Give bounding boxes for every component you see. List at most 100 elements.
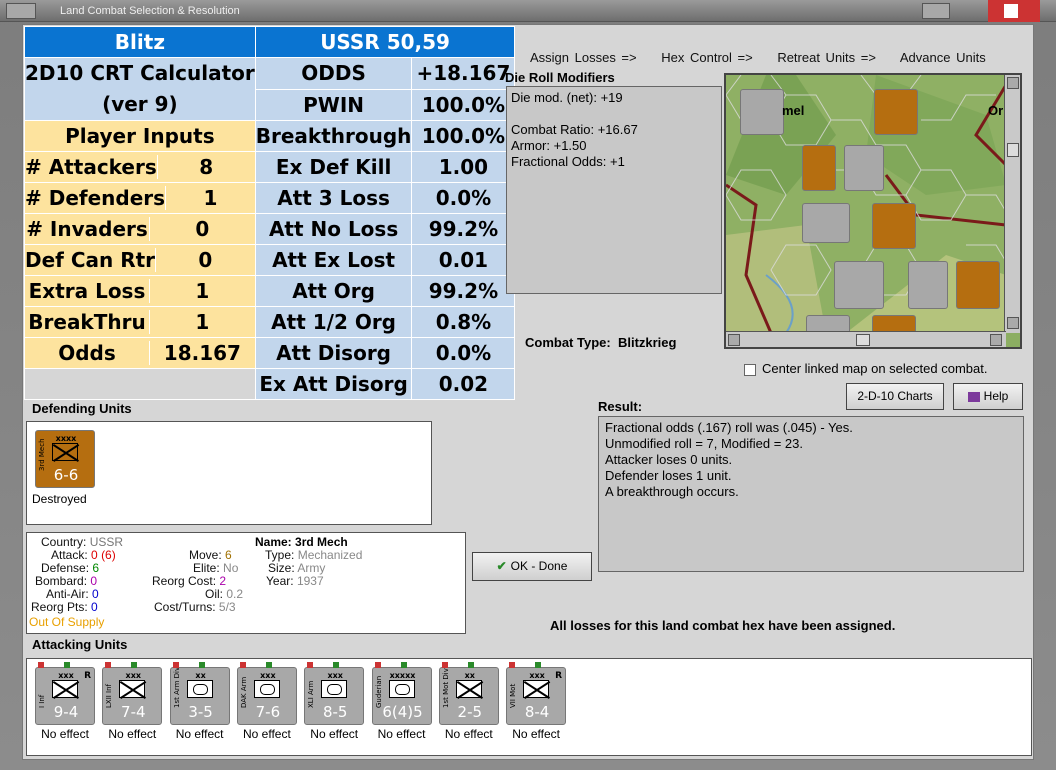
defending-unit-status: Destroyed [32,492,87,506]
map-unit[interactable] [956,261,1000,309]
input-value[interactable]: 1 [165,186,255,210]
crt-result-value: 0.02 [411,368,516,400]
attacking-unit[interactable]: xxx I Inf R 9-4 [35,667,95,725]
status-dot-icon [131,662,138,668]
attacking-unit[interactable]: xxxxx Guderian 6(4)5 [371,667,432,725]
hex-control-link[interactable]: Hex Control => [661,50,752,65]
input-label: Def Can Rtr [25,248,156,272]
crt-result-label: Att 3 Loss [254,182,413,214]
attacking-unit[interactable]: xxx DAK Arm 7-6 [236,667,297,725]
map-vertical-scrollbar[interactable] [1004,75,1020,333]
attacking-unit[interactable]: xx 1st Mot Div 2-5 [438,667,499,725]
attacking-unit[interactable]: xxx VII Mot R 8-4 [506,667,567,725]
status-dot-icon [535,662,542,668]
result-line: Unmodified roll = 7, Modified = 23. [605,436,803,451]
defending-unit[interactable]: xxxx 3rd Mech 6-6 [35,430,95,488]
player-inputs-heading: Player Inputs [24,120,256,152]
map-unit[interactable] [802,203,850,243]
input-value[interactable]: 1 [149,279,255,303]
unit-strength: 7-6 [255,703,281,721]
unit-name: 1st Arm Div [172,666,181,708]
mech-symbol-icon [52,443,78,461]
unit-strength: 9-4 [53,703,79,721]
crt-result-label: PWIN [254,88,413,121]
crt-result-value: 0.0% [411,337,516,369]
close-button[interactable] [922,3,950,19]
status-dot-icon [400,662,407,668]
crt-result-label: Att Disorg [254,337,413,369]
map-unit[interactable] [874,89,918,135]
attacking-unit[interactable]: xxx LXII Inf 7-4 [102,667,163,725]
status-dot-icon [239,662,246,668]
status-dot-icon [64,662,70,668]
map-label: Or [988,103,1004,118]
unit-strength: 3-5 [188,703,213,721]
scroll-up-arrow[interactable] [1007,77,1019,89]
input-value[interactable]: 0 [149,217,255,241]
combat-type: Combat Type: Blitzkrieg [525,335,677,350]
attacking-unit-status: No effect [444,727,493,741]
unit-symbol-icon [52,680,78,698]
attacking-unit-status: No effect [310,727,359,741]
center-map-option[interactable]: Center linked map on selected combat. [744,361,987,376]
crt-result-value: 100.0% [411,88,516,121]
unit-size: xxx [327,671,343,680]
input-value[interactable]: 18.167 [149,341,255,365]
input-label: # Defenders [25,186,166,210]
input-value[interactable]: 8 [156,155,255,179]
attacking-unit[interactable]: xxx XLI Arm 8-5 [304,667,365,725]
attacking-unit-status: No effect [175,727,224,741]
scroll-left-arrow[interactable] [728,334,740,346]
map-unit[interactable] [844,145,884,191]
unit-strength: 7-4 [121,703,146,721]
crt-header-right: USSR 50,59 [254,26,516,58]
crt-result-value: 99.2% [411,213,516,245]
map-unit[interactable] [834,261,884,309]
map-horizontal-scrollbar[interactable] [726,331,1006,347]
retreat-units-link[interactable]: Retreat Units => [777,50,876,65]
attacking-unit-status: No effect [377,727,426,741]
attacking-units-box: xxx I Inf R 9-4 No effect xxx LXII Inf 7-4 No ef… [26,658,1032,756]
scroll-right-arrow[interactable] [990,334,1002,346]
unit-symbol-icon [455,680,482,698]
result-line: Fractional odds (.167) roll was (.045) -… [605,420,853,435]
unit-symbol-icon [523,680,550,698]
attacking-unit[interactable]: xx 1st Arm Div 3-5 [169,666,230,725]
advance-units-link[interactable]: Advance Units [900,50,986,65]
unit-symbol-icon [321,680,348,698]
scroll-thumb[interactable] [856,334,870,346]
help-button[interactable]: Help [953,383,1023,410]
unit-strength: 2-5 [457,703,483,721]
map-label: mel [782,103,805,118]
defending-units-box: xxxx 3rd Mech 6-6 Destroyed [26,421,432,525]
ok-done-button[interactable]: ✔ OK - Done [472,552,592,581]
check-icon: ✔ [496,559,507,573]
crt-result-value: 99.2% [411,275,516,307]
map-unit[interactable] [872,203,916,249]
scroll-thumb[interactable] [1007,143,1019,157]
center-map-checkbox[interactable] [744,363,756,376]
crt-result-value: 100.0% [411,120,516,152]
assign-losses-link[interactable]: Assign Losses => [530,50,637,65]
charts-button[interactable]: 2-D-10 Charts [846,383,944,410]
status-dot-icon [105,662,112,668]
status-dot-icon [509,662,516,668]
unit-strength: 6(4)5 [382,703,423,721]
linked-map[interactable]: mel Or [724,73,1022,349]
die-roll-line: Armor: +1.50 [511,138,587,153]
scroll-down-arrow[interactable] [1007,317,1019,329]
status-dot-icon [374,662,381,668]
input-label: # Attackers [25,155,157,179]
result-line: Defender loses 1 unit. [605,468,732,483]
map-unit[interactable] [908,261,948,309]
map-unit[interactable] [740,89,784,135]
crt-result-label: Att No Loss [254,213,413,245]
map-unit[interactable] [802,145,836,191]
system-menu-button[interactable] [6,3,36,19]
input-value[interactable]: 0 [155,248,255,272]
status-dot-icon [333,662,340,668]
input-value[interactable]: 1 [149,310,255,334]
result-title: Result: [598,399,643,414]
crt-calculator: Blitz USSR 50,59 2D10 CRT Calculator (ver… [24,26,516,400]
crt-result-label: Att Ex Lost [254,244,413,276]
